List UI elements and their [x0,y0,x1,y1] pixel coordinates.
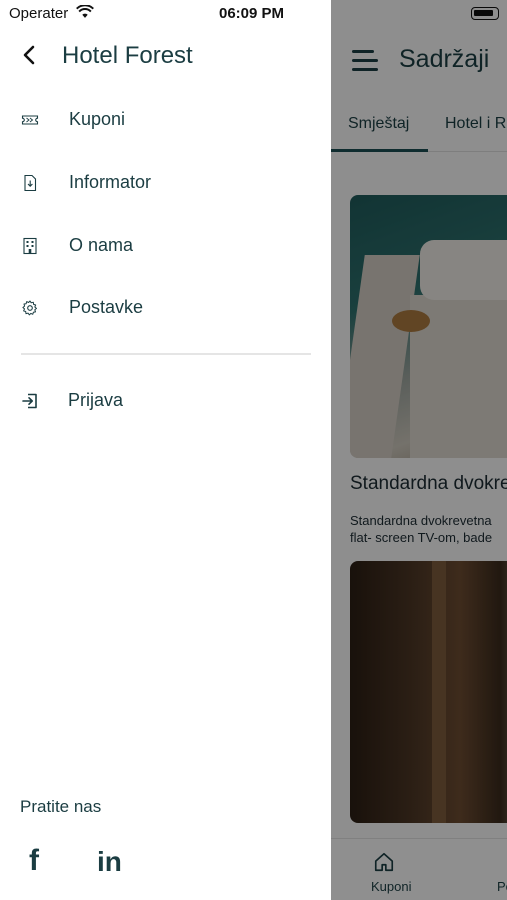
linkedin-icon[interactable]: in [96,846,126,877]
menu-item-prijava[interactable]: Prijava [0,379,331,423]
menu-item-postavke[interactable]: Postavke [0,286,331,330]
drawer-title: Hotel Forest [62,42,193,69]
menu-item-kuponi[interactable]: Kuponi [0,98,331,142]
wifi-icon [76,5,94,18]
follow-us-label: Pratite nas [20,797,102,816]
carrier-name: Operater [9,5,69,22]
document-download-icon [24,174,37,192]
status-bar: Operater 06:09 PM [0,0,331,28]
building-icon [23,237,37,255]
facebook-icon[interactable]: f [27,844,57,877]
status-time: 06:09 PM [219,5,285,22]
menu-label-informator: Informator [69,172,152,192]
menu-label-kuponi: Kuponi [69,109,126,129]
navigation-drawer: Operater 06:09 PM Hotel Forest Kuponi In… [0,0,331,900]
ticket-icon [21,115,39,125]
menu-label-postavke: Postavke [69,297,144,317]
gear-icon [22,300,37,316]
drawer-header: Hotel Forest [0,36,331,76]
menu-item-informator[interactable]: Informator [0,161,331,205]
menu-label-prijava: Prijava [68,390,124,410]
menu-item-o-nama[interactable]: O nama [0,224,331,268]
menu-label-o-nama: O nama [69,235,134,255]
back-chevron-icon[interactable] [19,44,41,66]
menu-divider [21,353,311,355]
login-icon [22,393,37,409]
